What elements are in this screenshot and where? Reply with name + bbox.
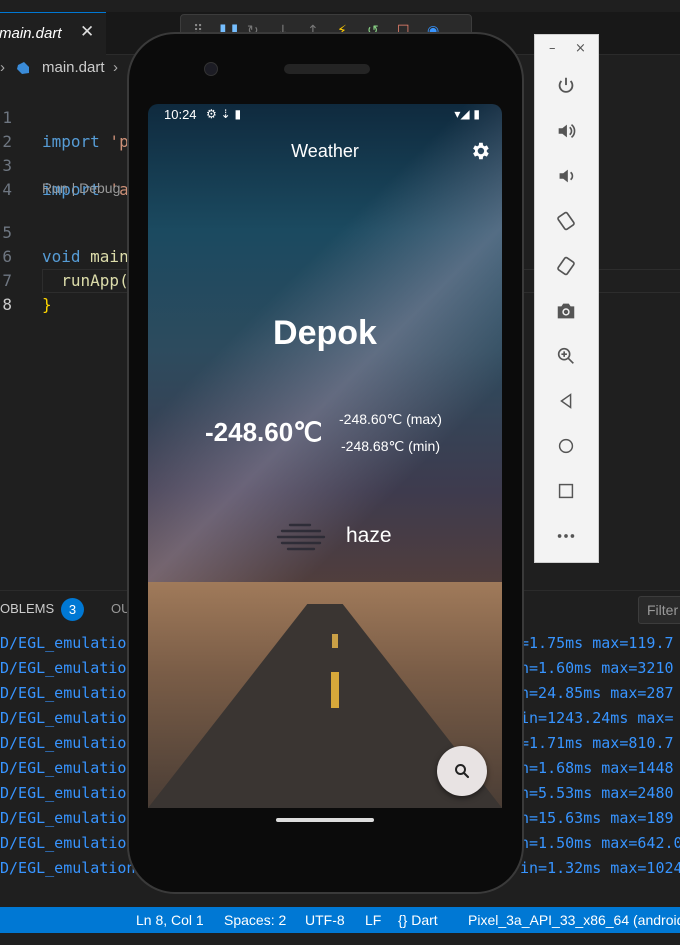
settings-gear-icon[interactable] — [469, 140, 491, 162]
log-line-source: D/EGL_emulation — [0, 809, 136, 827]
close-icon[interactable]: ✕ — [80, 22, 94, 42]
indentation[interactable]: Spaces: 2 — [224, 912, 286, 928]
filter-input[interactable]: Filter — [638, 596, 680, 624]
code-text: 'p — [99, 132, 129, 151]
line-ending[interactable]: LF — [365, 912, 381, 928]
keyword: void — [42, 247, 81, 266]
tab-label: main.dart — [0, 25, 62, 42]
camera-icon[interactable] — [549, 294, 583, 328]
haze-icon — [276, 523, 326, 551]
phone-screen: 10:24 ⚙ ⇣ ▮ ▾◢ ▮ Weather Depok -248.60℃ … — [148, 104, 502, 808]
city-name: Depok — [273, 314, 377, 352]
power-icon[interactable] — [549, 69, 583, 103]
log-line-timing: n=24.85ms max=287 — [520, 684, 674, 702]
log-line-source: D/EGL_emulation — [0, 734, 136, 752]
minimize-button[interactable]: – — [549, 41, 556, 56]
front-camera — [204, 62, 218, 76]
code-line[interactable]: 1 import 'p — [0, 82, 128, 151]
keyword: import — [42, 132, 100, 151]
overview-icon[interactable] — [549, 474, 583, 508]
codelens-run-debug[interactable]: Run | Debug — [42, 180, 120, 196]
current-temperature: -248.60℃ — [205, 417, 323, 447]
earpiece-speaker — [284, 64, 370, 74]
window-border — [0, 933, 680, 945]
weather-condition: haze — [346, 524, 392, 547]
log-line-timing: n=15.63ms max=189 — [520, 809, 674, 827]
rotate-right-icon[interactable] — [549, 249, 583, 283]
log-line-source: D/EGL_emulation — [0, 634, 136, 652]
log-line-source: D/EGL_emulation — [0, 684, 136, 702]
log-line-source: D/EGL_emulation — [0, 834, 136, 852]
status-bar: Ln 8, Col 1 Spaces: 2 UTF-8 LF {} Dart P… — [0, 907, 680, 933]
log-line-source: D/EGL_emulation — [0, 709, 136, 727]
zoom-icon[interactable] — [549, 339, 583, 373]
road-marking — [331, 672, 339, 708]
volume-down-icon[interactable] — [549, 159, 583, 193]
log-line-source: D/EGL_emulation — [0, 859, 136, 877]
status-notification-icons: ⚙ ⇣ ▮ — [206, 107, 242, 121]
log-line-source: D/EGL_emulation — [0, 659, 136, 677]
close-button[interactable]: × — [575, 41, 586, 56]
app-bar-title: Weather — [291, 141, 359, 161]
tab-problems[interactable]: OBLEMS — [0, 601, 54, 616]
chevron-right-icon: › — [113, 59, 118, 76]
chevron-right-icon: › — [0, 59, 5, 76]
log-line-timing: in=1243.24ms max= — [520, 709, 674, 727]
volume-up-icon[interactable] — [549, 114, 583, 148]
code-line[interactable]: 4 — [0, 154, 19, 199]
log-line-timing: in=1.32ms max=1024 — [520, 859, 680, 877]
log-line-timing: =1.71ms max=810.7 — [520, 734, 674, 752]
status-signal-battery-icons: ▾◢ ▮ — [454, 107, 480, 121]
search-icon — [455, 764, 470, 779]
gesture-nav-bar[interactable] — [276, 818, 374, 822]
problems-count-badge: 3 — [61, 598, 84, 621]
road-marking — [332, 634, 338, 648]
code-line[interactable]: 2 — [0, 106, 19, 151]
dart-file-icon — [17, 62, 29, 74]
max-temperature: -248.60℃ (max) — [339, 411, 442, 427]
breadcrumb-file[interactable]: main.dart — [42, 59, 105, 76]
rotate-left-icon[interactable] — [549, 204, 583, 238]
code-line[interactable]: 6 runApp( — [0, 221, 128, 290]
log-line-source: D/EGL_emulation — [0, 759, 136, 777]
cursor-position[interactable]: Ln 8, Col 1 — [136, 912, 204, 928]
code-line[interactable]: 5 void main — [0, 197, 128, 266]
log-line-timing: =1.75ms max=119.7 — [520, 634, 674, 652]
device-selector[interactable]: Pixel_3a_API_33_x86_64 (android — [468, 912, 680, 928]
home-icon[interactable] — [549, 429, 583, 463]
emulator-toolbar: – × — [534, 34, 599, 563]
log-line-timing: n=1.60ms max=3210 — [520, 659, 674, 677]
search-fab-button[interactable] — [437, 746, 487, 796]
tab-main-dart[interactable]: main.dart ✕ — [0, 12, 106, 56]
back-icon[interactable] — [549, 384, 583, 418]
code-text: } — [42, 295, 52, 314]
encoding[interactable]: UTF-8 — [305, 912, 345, 928]
language-mode[interactable]: {} Dart — [398, 912, 438, 928]
log-line-timing: n=5.53ms max=2480 — [520, 784, 674, 802]
code-text: main — [80, 247, 129, 266]
code-line[interactable]: 8 — [0, 269, 19, 314]
code-line[interactable]: 7 } — [0, 245, 51, 314]
line-number: 8 — [2, 295, 12, 314]
log-line-source: D/EGL_emulation — [0, 784, 136, 802]
status-time: 10:24 — [164, 107, 197, 122]
log-line-timing: n=1.50ms max=642.0 — [520, 834, 680, 852]
min-temperature: -248.68℃ (min) — [341, 438, 440, 454]
log-line-timing: n=1.68ms max=1448 — [520, 759, 674, 777]
code-line[interactable]: 3 import 'a — [0, 130, 128, 199]
more-icon[interactable] — [549, 519, 583, 553]
